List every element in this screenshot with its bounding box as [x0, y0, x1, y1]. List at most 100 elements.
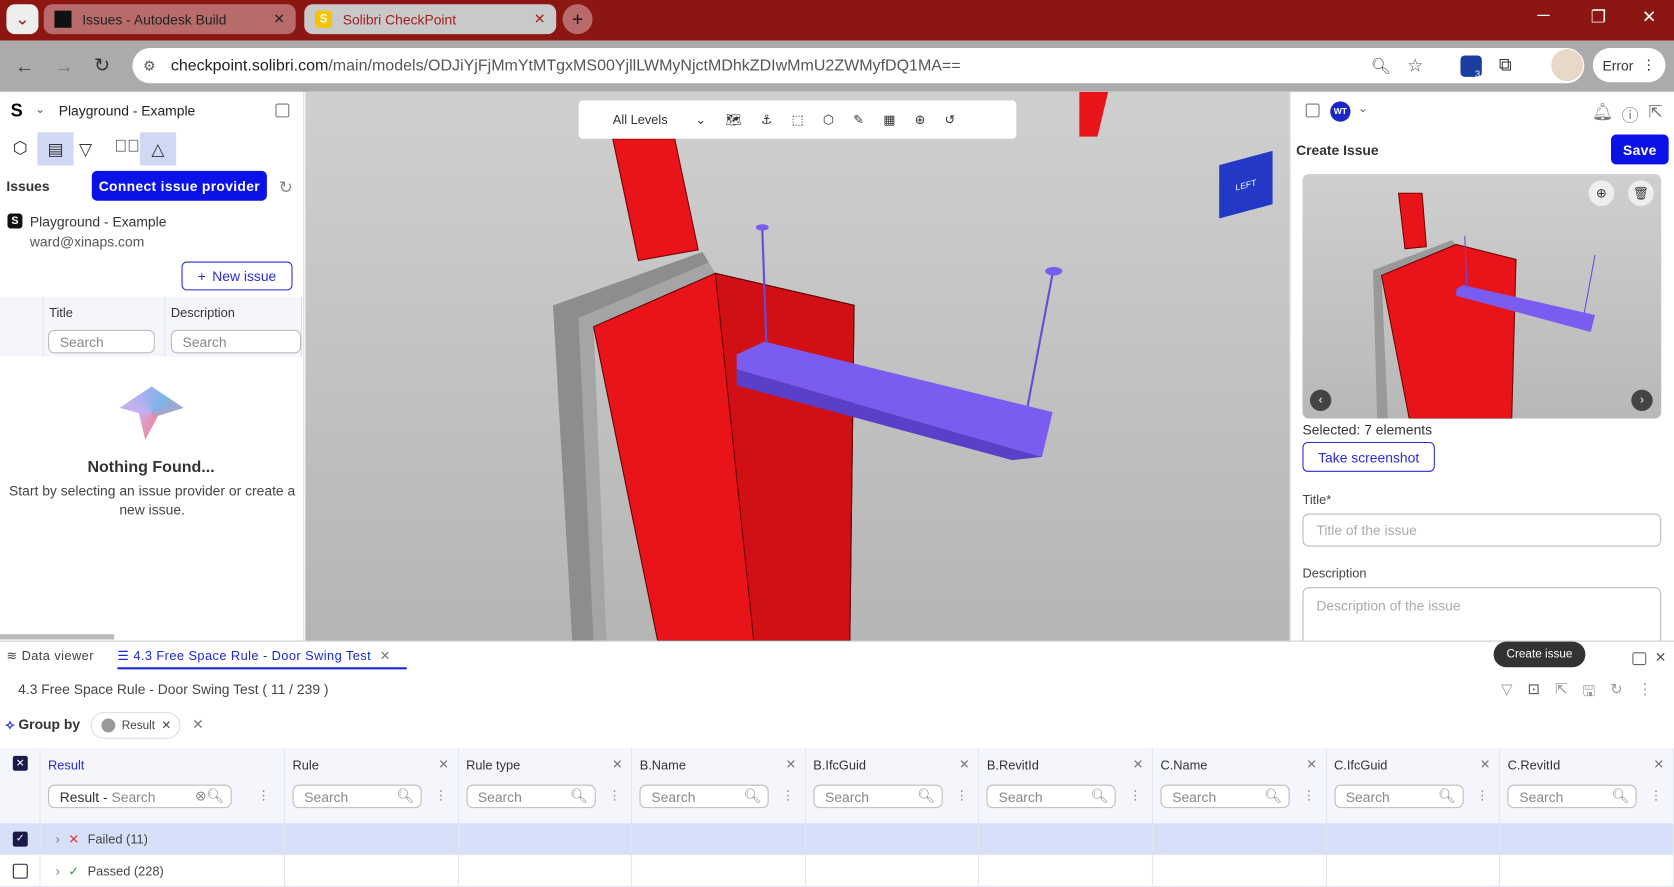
- column-header-label[interactable]: Rule: [293, 758, 319, 773]
- column-header-label[interactable]: B.RevitId: [987, 758, 1039, 773]
- back-icon[interactable]: ←: [15, 56, 34, 78]
- models-cube-icon[interactable]: ⬡: [11, 139, 30, 158]
- close-tab-icon[interactable]: ✕: [273, 11, 285, 28]
- zoom-fit-icon[interactable]: ⊕: [915, 112, 926, 127]
- create-issue-icon[interactable]: ⊡: [1528, 680, 1541, 706]
- column-search-input[interactable]: Search 🔍︎: [1160, 784, 1290, 809]
- browser-tab-autodesk[interactable]: Issues - Autodesk Build ✕: [43, 4, 296, 35]
- remove-column-icon[interactable]: ✕: [1133, 757, 1144, 772]
- bell-icon[interactable]: 🔔︎: [1592, 101, 1614, 122]
- close-tab-icon[interactable]: ✕: [380, 648, 391, 663]
- checking-icon[interactable]: ✓⃝: [114, 138, 140, 157]
- reload-icon[interactable]: ↻: [94, 54, 110, 76]
- issue-title-input[interactable]: Title of the issue: [1302, 513, 1662, 547]
- next-screenshot-button[interactable]: ›: [1631, 389, 1653, 412]
- title-search-input[interactable]: Search: [48, 329, 155, 354]
- delete-screenshot-icon[interactable]: 🗑︎: [1628, 180, 1654, 207]
- reset-view-icon[interactable]: ↺: [945, 112, 956, 127]
- table-row[interactable]: › ✓ Passed (228): [0, 855, 1674, 887]
- column-header-label[interactable]: Rule type: [466, 758, 520, 773]
- remove-column-icon[interactable]: ✕: [1480, 757, 1491, 772]
- issues-triangle-icon[interactable]: △: [139, 132, 177, 166]
- column-menu-icon[interactable]: ⋮: [435, 788, 448, 803]
- column-menu-icon[interactable]: ⋮: [257, 788, 270, 803]
- column-search-input[interactable]: Search 🔍︎: [292, 784, 422, 809]
- user-avatar[interactable]: WT: [1330, 101, 1351, 122]
- remove-column-icon[interactable]: ✕: [959, 757, 970, 772]
- column-header-label[interactable]: Result: [48, 758, 84, 773]
- save-icon[interactable]: 🖫: [1582, 680, 1595, 706]
- row-checkbox[interactable]: ✓: [12, 831, 28, 847]
- expand-chevron-icon[interactable]: ›: [56, 863, 60, 878]
- extensions-puzzle-icon[interactable]: ⧉: [1499, 54, 1512, 75]
- menu-kebab-icon[interactable]: ⋮: [1642, 57, 1656, 74]
- column-menu-icon[interactable]: ⋮: [782, 788, 795, 803]
- refresh-icon[interactable]: ↻: [279, 177, 293, 198]
- column-menu-icon[interactable]: ⋮: [1476, 788, 1489, 803]
- project-dropdown-icon[interactable]: ⌄: [35, 102, 45, 117]
- description-search-input[interactable]: Search: [170, 329, 302, 354]
- maximize-panel-icon[interactable]: [1632, 652, 1647, 666]
- close-tab-icon[interactable]: ✕: [534, 11, 546, 28]
- select-area-icon[interactable]: ⬚: [792, 112, 804, 127]
- walk-icon[interactable]: ⚓︎: [761, 112, 772, 127]
- panel-toggle-icon[interactable]: [1305, 103, 1320, 118]
- select-all-checkbox[interactable]: ✕: [12, 755, 28, 771]
- new-tab-button[interactable]: +: [562, 4, 593, 35]
- clear-search-icon[interactable]: ⊗🔍︎: [195, 788, 224, 805]
- column-search-input[interactable]: Search 🔍︎: [639, 784, 769, 809]
- column-menu-icon[interactable]: ⋮: [955, 788, 968, 803]
- tab-data-viewer[interactable]: ≋ Data viewer: [6, 648, 94, 663]
- filter-selection-icon[interactable]: ▽: [1501, 680, 1513, 706]
- remove-column-icon[interactable]: ✕: [612, 757, 623, 772]
- layout-icon[interactable]: ▤: [37, 132, 74, 166]
- chevron-down-icon[interactable]: ⌄: [1358, 101, 1368, 115]
- more-options-icon[interactable]: ⋮: [1638, 680, 1653, 706]
- info-icon[interactable]: ⓘ: [1622, 101, 1639, 127]
- remove-chip-icon[interactable]: ✕: [161, 718, 171, 733]
- collapse-panel-icon[interactable]: [275, 103, 290, 118]
- remove-column-icon[interactable]: ✕: [785, 757, 796, 772]
- export-icon[interactable]: ⇱: [1555, 680, 1568, 706]
- minimize-window-icon[interactable]: ─: [1537, 6, 1549, 25]
- save-button[interactable]: Save: [1611, 134, 1669, 165]
- chevron-down-icon[interactable]: ⌄: [695, 112, 706, 127]
- zoom-icon[interactable]: 🔍︎: [1371, 56, 1391, 75]
- column-header-label[interactable]: C.IfcGuid: [1334, 758, 1387, 773]
- restore-window-icon[interactable]: ❐: [1591, 6, 1606, 27]
- column-title[interactable]: Title: [49, 305, 73, 320]
- column-search-input[interactable]: Search 🔍︎: [1507, 784, 1637, 809]
- forward-icon[interactable]: →: [54, 56, 73, 78]
- extension-icon[interactable]: 3: [1460, 55, 1482, 79]
- close-panel-icon[interactable]: ✕: [1655, 649, 1667, 666]
- column-search-input[interactable]: Search 🔍︎: [813, 784, 943, 809]
- table-row[interactable]: ✓ › ✕ Failed (11): [0, 823, 1674, 856]
- column-menu-icon[interactable]: ⋮: [1129, 788, 1142, 803]
- new-issue-button[interactable]: + New issue: [181, 261, 293, 291]
- row-checkbox[interactable]: [12, 863, 28, 879]
- tab-search-button[interactable]: ⌄: [6, 4, 39, 35]
- column-header-label[interactable]: B.IfcGuid: [813, 758, 866, 773]
- column-menu-icon[interactable]: ⋮: [608, 788, 621, 803]
- profile-avatar[interactable]: [1551, 49, 1584, 82]
- column-header-label[interactable]: B.Name: [640, 758, 686, 773]
- profile-error-button[interactable]: Error ⋮: [1592, 48, 1666, 83]
- group-chip-result[interactable]: Result ✕: [90, 712, 181, 739]
- filter-icon[interactable]: ▽: [79, 139, 92, 160]
- previous-screenshot-button[interactable]: ‹: [1309, 389, 1332, 412]
- bookmark-star-icon[interactable]: ☆: [1407, 55, 1423, 76]
- expand-chevron-icon[interactable]: ›: [56, 831, 60, 846]
- tab-rule[interactable]: ☰ 4.3 Free Space Rule - Door Swing Test ✕: [117, 648, 407, 670]
- remove-column-icon[interactable]: ✕: [1306, 757, 1317, 772]
- site-info-icon[interactable]: ⚙: [143, 57, 155, 74]
- map-icon[interactable]: 🗺︎: [725, 112, 741, 127]
- take-screenshot-button[interactable]: Take screenshot: [1302, 441, 1435, 472]
- column-header-label[interactable]: C.RevitId: [1508, 758, 1561, 773]
- measure-icon[interactable]: ✎: [853, 112, 864, 127]
- address-bar[interactable]: ⚙ checkpoint.solibri.com/main/models/ODJ…: [132, 48, 1585, 84]
- horizontal-scrollbar[interactable]: [0, 634, 115, 640]
- column-menu-icon[interactable]: ⋮: [1650, 788, 1663, 803]
- column-search-input[interactable]: Result - Search ⊗🔍︎: [48, 784, 232, 809]
- browser-tab-solibri[interactable]: S Solibri CheckPoint ✕: [304, 4, 557, 35]
- column-search-input[interactable]: Search 🔍︎: [466, 784, 596, 809]
